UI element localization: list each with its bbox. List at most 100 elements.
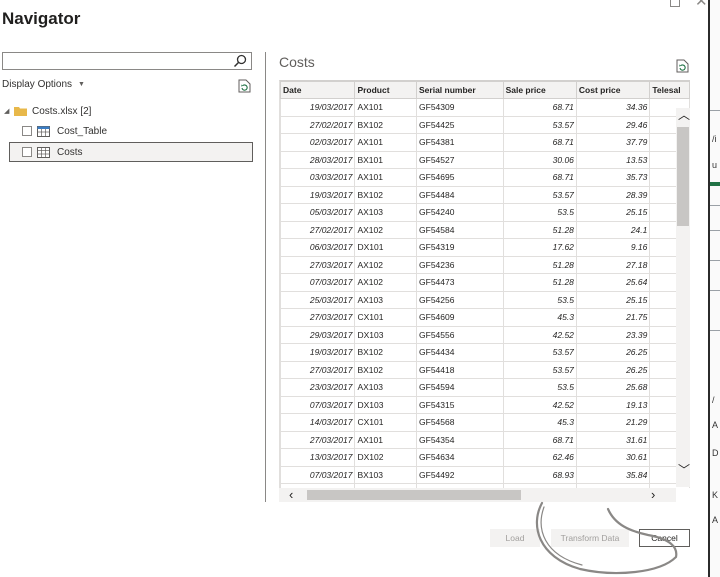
display-options-dropdown[interactable]: Display Options ▼ bbox=[2, 79, 85, 90]
table-cell: 07/03/2017 bbox=[280, 465, 356, 484]
table-cell: 30.61 bbox=[575, 448, 651, 467]
table-cell: 21.75 bbox=[575, 308, 651, 327]
table-cell: 45.3 bbox=[502, 413, 577, 432]
table-cell: 27/03/2017 bbox=[280, 308, 356, 327]
table-row: 27/03/2017 AX102 GF54236 51.28 27.18 bbox=[280, 255, 690, 274]
table-cell: 68.93 bbox=[502, 465, 577, 484]
preview-grid[interactable]: Date Product Serial number Sale price Co… bbox=[279, 80, 690, 488]
vertical-scroll-thumb[interactable] bbox=[677, 127, 689, 226]
load-button[interactable]: Load bbox=[490, 529, 540, 547]
table-cell: GF54556 bbox=[416, 325, 504, 344]
table-cell: 68.71 bbox=[502, 430, 577, 449]
table-row: 07/03/2017 BX103 GF54492 68.93 35.84 bbox=[280, 465, 690, 484]
table-cell: DX101 bbox=[354, 238, 418, 257]
table-row: 27/02/2017 AX102 GF54584 51.28 24.1 bbox=[280, 220, 690, 239]
table-cell: 27/03/2017 bbox=[280, 255, 356, 274]
table-cell: GF54527 bbox=[416, 150, 504, 169]
table-cell: 68.71 bbox=[502, 133, 577, 152]
scroll-left-icon[interactable]: ‹ bbox=[289, 488, 293, 502]
table-cell: BX103 bbox=[354, 465, 418, 484]
table-cell: GF54240 bbox=[416, 203, 504, 222]
table-icon bbox=[37, 125, 50, 137]
vertical-scrollbar[interactable]: ︿ ﹀ bbox=[676, 108, 690, 487]
column-header[interactable]: Date bbox=[280, 81, 356, 99]
table-cell: 19/03/2017 bbox=[280, 343, 356, 362]
table-cell: GF54473 bbox=[416, 273, 504, 292]
table-cell: 25.64 bbox=[575, 273, 651, 292]
maximize-icon[interactable] bbox=[670, 0, 680, 7]
table-cell: 53.57 bbox=[502, 343, 577, 362]
horizontal-scrollbar[interactable]: ‹ › bbox=[279, 488, 676, 502]
table-cell: 34.36 bbox=[575, 98, 651, 117]
column-header[interactable]: Serial number bbox=[416, 81, 504, 99]
search-input[interactable] bbox=[2, 52, 252, 70]
table-cell: 19/03/2017 bbox=[280, 98, 356, 117]
table-cell: 30.06 bbox=[502, 150, 577, 169]
window-title: Navigator bbox=[2, 9, 81, 28]
table-cell: GF54584 bbox=[416, 220, 504, 239]
table-cell: 26.25 bbox=[575, 343, 651, 362]
table-cell: AX102 bbox=[354, 220, 418, 239]
table-cell: 62.46 bbox=[502, 448, 577, 467]
table-header-row: Date Product Serial number Sale price Co… bbox=[280, 81, 690, 99]
tree-item-cost-table[interactable]: Cost_Table bbox=[22, 124, 107, 138]
column-header[interactable]: Product bbox=[354, 81, 418, 99]
tree-root-workbook[interactable]: ◢ Costs.xlsx [2] bbox=[4, 104, 91, 118]
column-header[interactable]: Telesal bbox=[649, 81, 690, 99]
table-cell: DX102 bbox=[354, 448, 418, 467]
scroll-right-icon[interactable]: › bbox=[651, 488, 655, 502]
table-cell: GF54354 bbox=[416, 430, 504, 449]
search-icon[interactable] bbox=[233, 54, 247, 68]
cancel-button[interactable]: Cancel bbox=[639, 529, 690, 547]
table-cell: GF54434 bbox=[416, 343, 504, 362]
table-cell: AX103 bbox=[354, 203, 418, 222]
table-cell: BX102 bbox=[354, 360, 418, 379]
table-cell: 53.5 bbox=[502, 203, 577, 222]
table-cell: 19.13 bbox=[575, 395, 651, 414]
table-cell: 17.62 bbox=[502, 238, 577, 257]
table-cell: 07/03/2017 bbox=[280, 273, 356, 292]
tree-item-label: Cost_Table bbox=[57, 125, 108, 137]
table-cell: DX103 bbox=[354, 325, 418, 344]
table-cell: AX101 bbox=[354, 430, 418, 449]
table-cell: 53.5 bbox=[502, 290, 577, 309]
tree-item-costs[interactable]: Costs bbox=[22, 145, 83, 159]
scroll-up-icon[interactable]: ︿ bbox=[678, 108, 690, 122]
table-cell: 35.73 bbox=[575, 168, 651, 187]
table-cell: 25.15 bbox=[575, 203, 651, 222]
table-cell: GF54492 bbox=[416, 465, 504, 484]
table-cell: GF54695 bbox=[416, 168, 504, 187]
table-cell: 28/03/2017 bbox=[280, 150, 356, 169]
table-cell: CX101 bbox=[354, 308, 418, 327]
table-row: 14/03/2017 CX101 GF54568 45.3 21.29 bbox=[280, 413, 690, 432]
scroll-down-icon[interactable]: ﹀ bbox=[678, 463, 690, 477]
table-cell: 13.53 bbox=[575, 150, 651, 169]
table-cell: 29/03/2017 bbox=[280, 325, 356, 344]
data-table: Date Product Serial number Sale price Co… bbox=[280, 81, 690, 488]
table-cell: AX101 bbox=[354, 168, 418, 187]
checkbox[interactable] bbox=[22, 147, 32, 157]
tree-root-label: Costs.xlsx [2] bbox=[32, 105, 92, 117]
expand-caret-icon[interactable]: ◢ bbox=[4, 107, 14, 115]
table-cell: 35.84 bbox=[575, 465, 651, 484]
horizontal-scroll-thumb[interactable] bbox=[307, 490, 521, 500]
table-cell: GF54425 bbox=[416, 115, 504, 134]
sheet-icon bbox=[37, 146, 50, 158]
table-cell: 51.28 bbox=[502, 273, 577, 292]
table-cell: 21.29 bbox=[575, 413, 651, 432]
table-row: 02/03/2017 AX101 GF54381 68.71 37.79 bbox=[280, 133, 690, 152]
tree-item-label: Costs bbox=[57, 146, 83, 158]
table-cell: 02/03/2017 bbox=[280, 133, 356, 152]
table-cell: GF54568 bbox=[416, 413, 504, 432]
column-header[interactable]: Cost price bbox=[575, 81, 651, 99]
close-icon[interactable]: ✕ bbox=[695, 0, 708, 9]
checkbox[interactable] bbox=[22, 126, 32, 136]
table-cell: 26.25 bbox=[575, 360, 651, 379]
refresh-icon[interactable] bbox=[676, 59, 689, 73]
pane-divider[interactable] bbox=[265, 52, 266, 502]
table-cell: BX102 bbox=[354, 185, 418, 204]
refresh-icon[interactable] bbox=[238, 79, 251, 93]
column-header[interactable]: Sale price bbox=[502, 81, 577, 99]
transform-data-button[interactable]: Transform Data bbox=[551, 529, 629, 547]
table-cell: 51.28 bbox=[502, 220, 577, 239]
